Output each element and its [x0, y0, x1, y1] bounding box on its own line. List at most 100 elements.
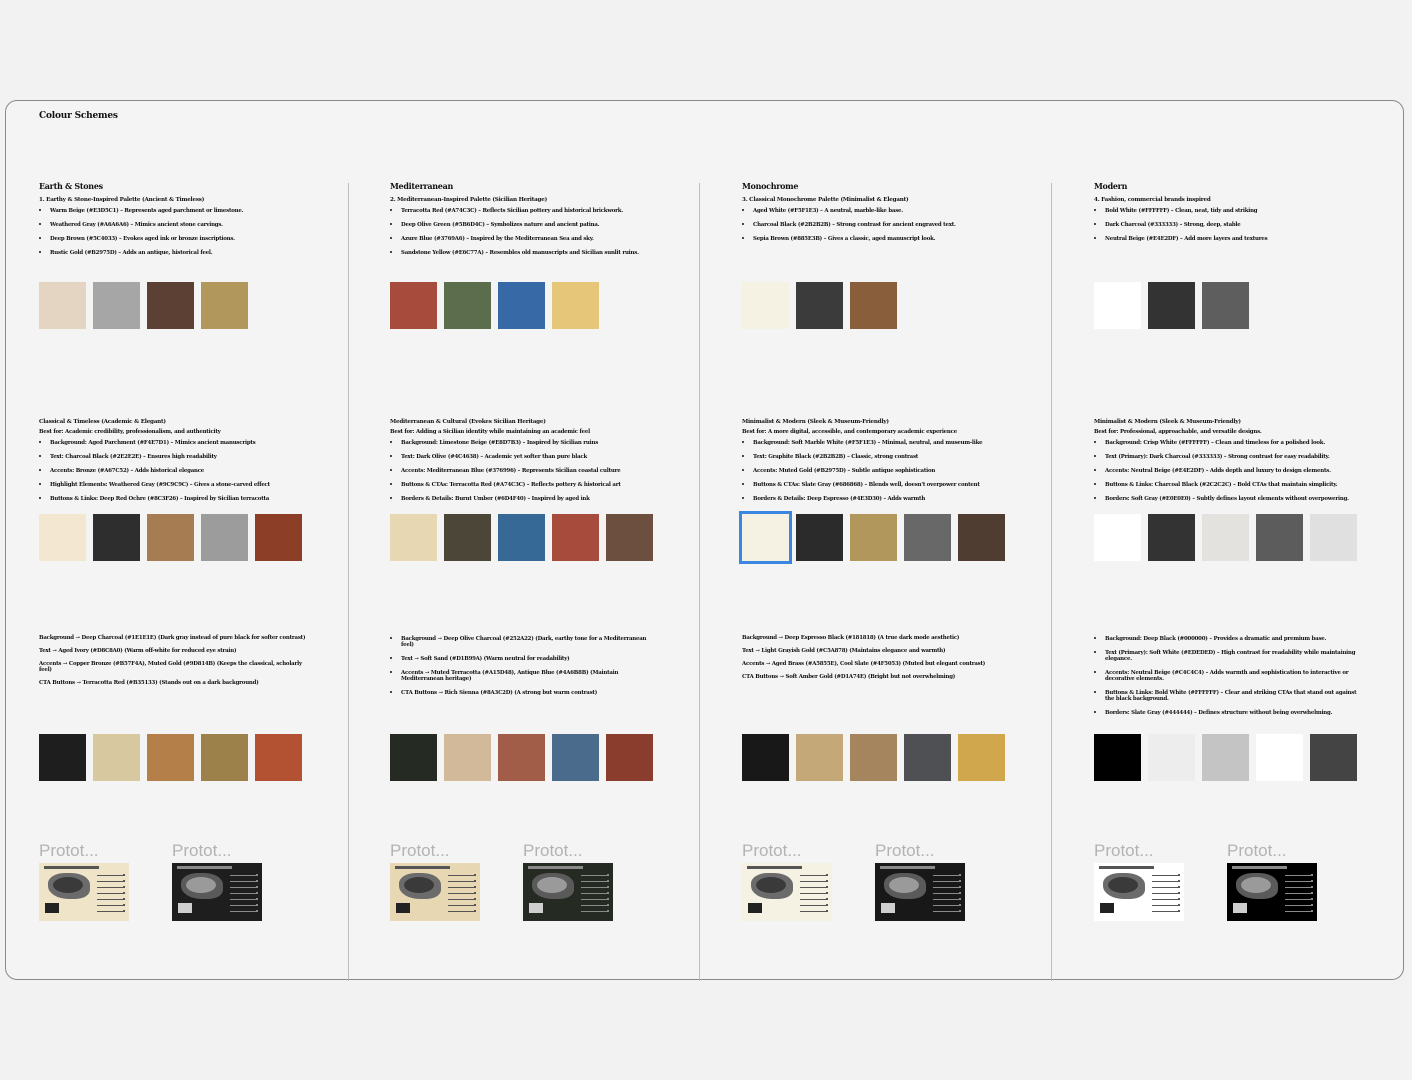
thumb-line: [800, 911, 826, 912]
prototype-label: Protot...: [1227, 841, 1287, 860]
thumb-line: [448, 887, 474, 888]
palette-list-item: Borders: Soft Gray (#E0E0E0) – Subtly de…: [1105, 495, 1364, 502]
prototype-thumbnail[interactable]: [390, 863, 480, 921]
color-swatch[interactable]: [552, 734, 599, 781]
prototype-thumbnail[interactable]: [1227, 863, 1317, 921]
color-swatch[interactable]: [1148, 514, 1195, 561]
thumb-bullet: [474, 886, 476, 888]
color-swatch[interactable]: [1256, 514, 1303, 561]
color-swatch[interactable]: [255, 514, 302, 561]
thumb-line: [97, 881, 123, 882]
color-swatch[interactable]: [498, 282, 545, 329]
color-swatch[interactable]: [1148, 282, 1195, 329]
prototype-thumbnail[interactable]: [875, 863, 965, 921]
color-swatch[interactable]: [904, 734, 951, 781]
color-swatch[interactable]: [390, 282, 437, 329]
palette-list-item: Buttons & Links: Deep Red Ochre (#8C3F26…: [50, 495, 309, 502]
swatch-row: [1094, 734, 1357, 781]
palette-list-item: Accents: Mediterranean Blue (#376996) – …: [401, 467, 660, 474]
color-swatch[interactable]: [1202, 734, 1249, 781]
color-swatch[interactable]: [742, 282, 789, 329]
palette-heading: 4. Fashion, commercial brands inspired: [1094, 197, 1211, 203]
color-swatch[interactable]: [498, 734, 545, 781]
thumb-bullet: [826, 880, 828, 882]
color-swatch[interactable]: [850, 282, 897, 329]
color-swatch[interactable]: [39, 734, 86, 781]
color-swatch[interactable]: [444, 734, 491, 781]
color-swatch[interactable]: [444, 514, 491, 561]
color-swatch[interactable]: [850, 734, 897, 781]
color-swatch[interactable]: [850, 514, 897, 561]
prototype-card[interactable]: Protot...: [39, 841, 129, 921]
color-swatch[interactable]: [93, 514, 140, 561]
thumb-bullet: [959, 904, 961, 906]
color-swatch[interactable]: [796, 734, 843, 781]
color-swatch-selected[interactable]: [739, 511, 792, 564]
color-swatch[interactable]: [1256, 734, 1303, 781]
color-swatch[interactable]: [958, 514, 1005, 561]
thumb-line: [933, 911, 959, 912]
swatch-row: [739, 511, 1005, 564]
color-swatch[interactable]: [93, 282, 140, 329]
color-swatch[interactable]: [606, 514, 653, 561]
color-swatch[interactable]: [1310, 514, 1357, 561]
color-swatch[interactable]: [1094, 514, 1141, 561]
prototype-card[interactable]: Protot...: [742, 841, 832, 921]
color-swatch[interactable]: [552, 282, 599, 329]
swatch-row: [390, 734, 653, 781]
thumb-bullet: [959, 874, 961, 876]
color-swatch[interactable]: [958, 734, 1005, 781]
color-swatch[interactable]: [1094, 282, 1141, 329]
color-swatch[interactable]: [147, 514, 194, 561]
prototype-thumbnail[interactable]: [1094, 863, 1184, 921]
prototype-card[interactable]: Protot...: [875, 841, 965, 921]
prototype-thumbnail[interactable]: [39, 863, 129, 921]
color-swatch[interactable]: [390, 734, 437, 781]
color-swatch[interactable]: [606, 734, 653, 781]
palette-block: 1. Earthy & Stone-Inspired Palette (Anci…: [39, 197, 309, 263]
color-swatch[interactable]: [147, 734, 194, 781]
color-swatch[interactable]: [552, 514, 599, 561]
color-swatch[interactable]: [1310, 734, 1357, 781]
thumb-bullet: [1178, 892, 1180, 894]
color-swatch[interactable]: [1094, 734, 1141, 781]
color-swatch[interactable]: [39, 514, 86, 561]
thumb-headline: [529, 903, 543, 913]
color-swatch[interactable]: [147, 282, 194, 329]
thumb-bullet: [959, 892, 961, 894]
color-swatch[interactable]: [444, 282, 491, 329]
color-swatch[interactable]: [796, 282, 843, 329]
color-swatch[interactable]: [93, 734, 140, 781]
prototype-thumbnail[interactable]: [523, 863, 613, 921]
prototype-thumbnail[interactable]: [172, 863, 262, 921]
color-swatch[interactable]: [796, 514, 843, 561]
color-swatch[interactable]: [201, 514, 248, 561]
thumb-bullet: [1178, 874, 1180, 876]
color-swatch[interactable]: [201, 282, 248, 329]
prototype-card[interactable]: Protot...: [523, 841, 613, 921]
thumb-bullet: [607, 898, 609, 900]
colour-schemes-frame[interactable]: Colour Schemes Earth & Stones 1. Earthy &…: [5, 100, 1404, 981]
thumb-line: [1285, 911, 1311, 912]
palette-heading: 2. Mediterranean-Inspired Palette (Sicil…: [390, 197, 548, 203]
prototype-card[interactable]: Protot...: [1094, 841, 1184, 921]
thumb-line: [1152, 905, 1178, 906]
color-swatch[interactable]: [742, 734, 789, 781]
thumb-line: [97, 911, 123, 912]
color-swatch[interactable]: [1148, 734, 1195, 781]
color-swatch[interactable]: [255, 734, 302, 781]
color-swatch[interactable]: [201, 734, 248, 781]
color-swatch[interactable]: [39, 282, 86, 329]
prototype-thumbnail[interactable]: [742, 863, 832, 921]
color-swatch[interactable]: [1202, 282, 1249, 329]
thumb-headline: [881, 903, 895, 913]
prototype-card[interactable]: Protot...: [390, 841, 480, 921]
prototype-card[interactable]: Protot...: [172, 841, 262, 921]
palette-best-for: Best for: Adding a Sicilian identity whi…: [390, 429, 590, 435]
prototype-card[interactable]: Protot...: [1227, 841, 1317, 921]
color-swatch[interactable]: [904, 514, 951, 561]
color-swatch[interactable]: [498, 514, 545, 561]
color-swatch[interactable]: [390, 514, 437, 561]
thumb-line: [230, 887, 256, 888]
color-swatch[interactable]: [1202, 514, 1249, 561]
